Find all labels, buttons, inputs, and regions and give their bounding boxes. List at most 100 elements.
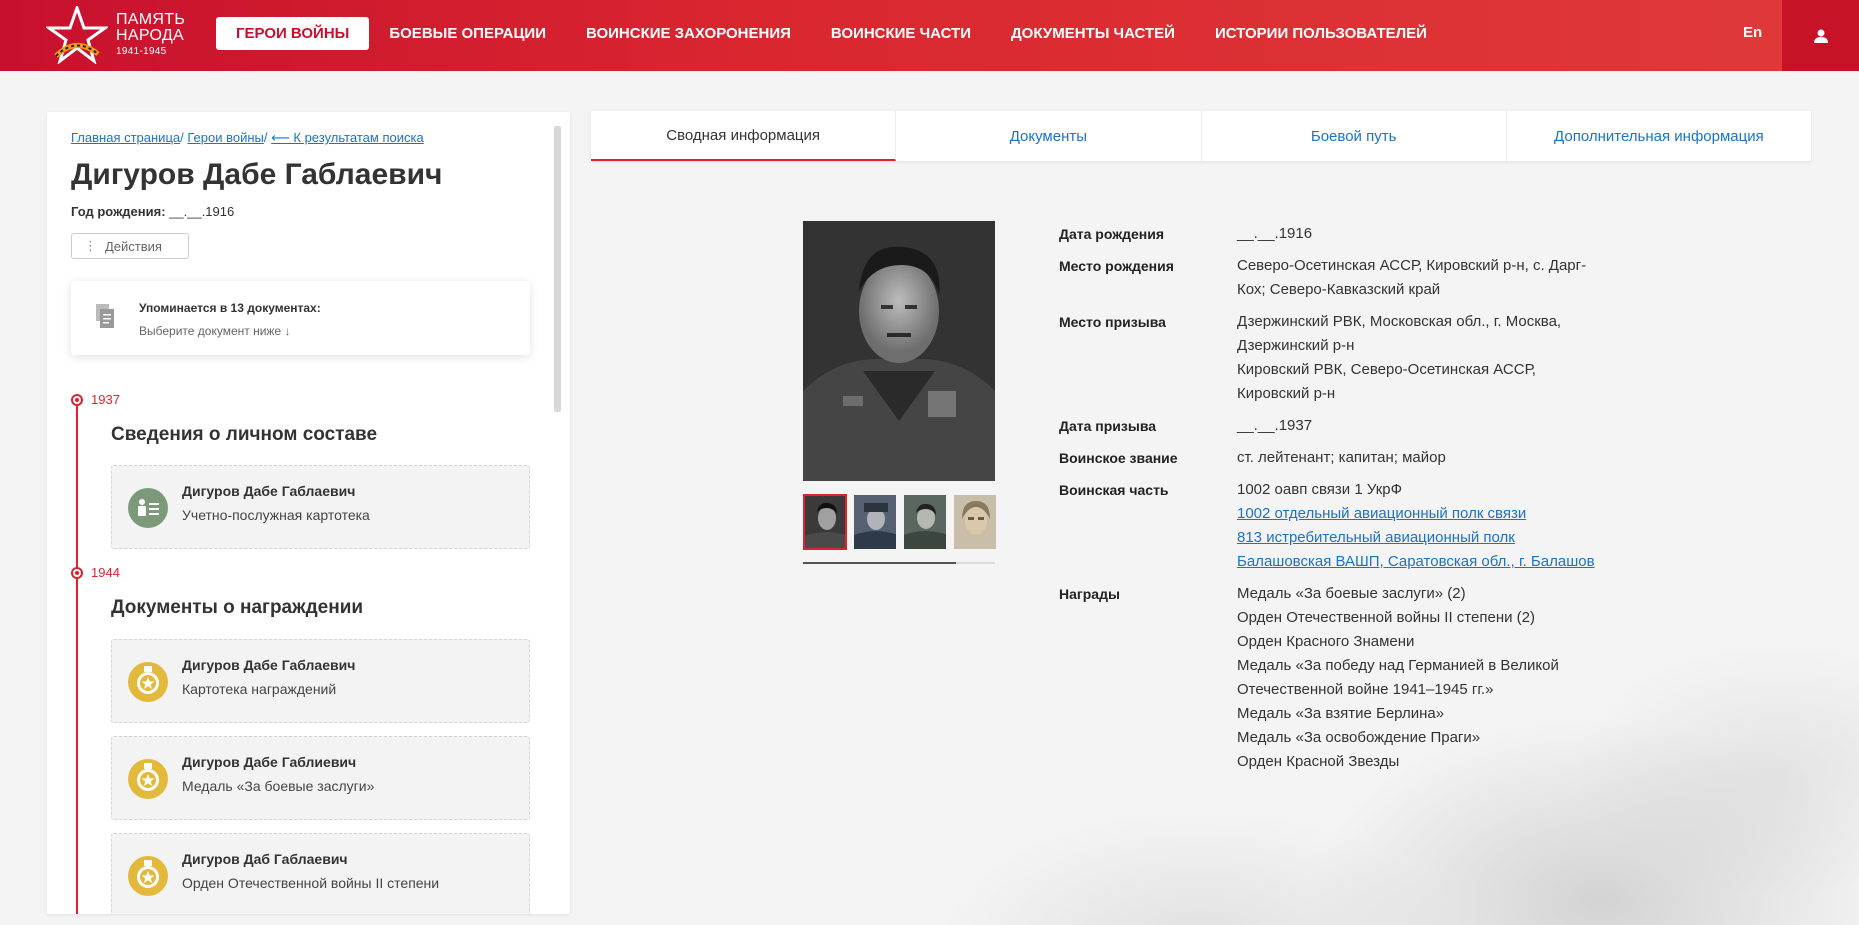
thumbnail-image — [954, 495, 996, 549]
document-type: Учетно-послужная картотека — [182, 507, 370, 523]
info-row-draft-date: Дата призыва __.__.1937 — [1059, 414, 1619, 438]
info-label: Дата рождения — [1059, 226, 1165, 242]
nav-units[interactable]: Воинские части — [811, 17, 991, 50]
language-switch[interactable]: En — [1743, 24, 1762, 41]
hero-info-table: Дата рождения __.__.1916 Место рождения … — [1059, 222, 1619, 782]
photo-thumbnail[interactable] — [803, 494, 847, 550]
info-label: Воинская часть — [1059, 482, 1169, 498]
info-row-awards: Награды Медаль «За боевые заслуги» (2) О… — [1059, 582, 1619, 774]
award-item: Медаль «За освобождение Праги» — [1237, 729, 1481, 746]
info-label: Дата призыва — [1059, 418, 1157, 434]
portrait-image — [803, 221, 995, 481]
main-nav: Герои войны Боевые операции Воинские зах… — [216, 17, 1447, 50]
birth-year-value: __.__.1916 — [169, 204, 235, 219]
unit-link[interactable]: 813 истребительный авиационный полк — [1237, 526, 1607, 550]
document-type: Картотека награждений — [182, 681, 337, 697]
mentions-title: Упоминается в 13 документах: — [139, 301, 321, 315]
document-person: Дигуров Дабе Габлаевич — [182, 657, 356, 673]
unit-link[interactable]: Балашовская ВАШП, Саратовская обл., г. Б… — [1237, 550, 1607, 574]
document-card[interactable]: Дигуров Дабе Габлаевич Картотека награжд… — [111, 639, 530, 723]
info-row-birth-place: Место рождения Северо-Осетинская АССР, К… — [1059, 254, 1619, 302]
back-to-results-link[interactable]: ⟵ К результатам поиска — [271, 130, 424, 145]
user-button[interactable] — [1782, 0, 1859, 71]
unit-link[interactable]: 1002 отдельный авиационный полк связи — [1237, 502, 1607, 526]
award-item: Орден Красного Знамени — [1237, 633, 1415, 650]
info-value: __.__.1937 — [1237, 417, 1313, 434]
info-value: ст. лейтенант; капитан; майор — [1237, 449, 1446, 466]
document-card[interactable]: Дигуров Дабе Габлаевич Учетно-послужная … — [111, 465, 530, 549]
nav-heroes[interactable]: Герои войны — [216, 17, 370, 50]
photo-thumbnail[interactable] — [903, 494, 947, 550]
tab-documents[interactable]: Документы — [896, 111, 1202, 161]
star-logo-icon — [46, 6, 108, 64]
medal-icon — [128, 759, 168, 799]
photo-thumbnail[interactable] — [853, 494, 897, 550]
nav-unit-docs[interactable]: Документы частей — [991, 17, 1195, 50]
breadcrumb-home[interactable]: Главная страница — [71, 130, 180, 145]
logo-years: 1941-1945 — [116, 46, 167, 57]
site-header: ПАМЯТЬ НАРОДА 1941-1945 Герои войны Боев… — [0, 0, 1859, 71]
award-item: Орден Отечественной войны II степени (2) — [1237, 609, 1535, 626]
thumbnail-image — [904, 495, 946, 549]
tab-additional-info[interactable]: Дополнительная информация — [1507, 111, 1811, 161]
timeline-dot — [71, 394, 83, 406]
birth-year: Год рождения: __.__.1916 — [71, 204, 234, 219]
personnel-icon — [128, 488, 168, 528]
breadcrumb-heroes[interactable]: Герои войны — [187, 130, 264, 145]
document-type: Орден Отечественной войны II степени — [182, 875, 440, 891]
logo-text: ПАМЯТЬ НАРОДА 1941-1945 — [116, 12, 185, 58]
timeline-year: 1937 — [91, 392, 120, 407]
nav-operations[interactable]: Боевые операции — [369, 17, 566, 50]
thumbnail-scroll-thumb[interactable] — [803, 562, 956, 564]
actions-button[interactable]: ⋮ Действия — [71, 233, 189, 259]
timeline-year: 1944 — [91, 565, 120, 580]
tab-combat-path[interactable]: Боевой путь — [1202, 111, 1507, 161]
breadcrumb: Главная страница/ Герои войны/ ⟵ К резул… — [71, 130, 424, 146]
info-value: 1002 оавп связи 1 УкрФ 1002 отдельный ав… — [1237, 478, 1607, 574]
document-card[interactable]: Дигуров Дабе Габлиевич Медаль «За боевые… — [111, 736, 530, 820]
document-person: Дигуров Дабе Габлаевич — [182, 483, 356, 499]
info-value: __.__.1916 — [1237, 225, 1313, 242]
mentions-subtitle: Выберите документ ниже ↓ — [139, 324, 291, 338]
hero-photo[interactable] — [803, 221, 995, 481]
breadcrumb-separator: / — [263, 130, 268, 145]
nav-user-stories[interactable]: Истории пользователей — [1195, 17, 1447, 50]
info-value: Дзержинский РВК, Московская обл., г. Мос… — [1237, 310, 1607, 406]
document-type: Медаль «За боевые заслуги» — [182, 778, 375, 794]
nav-burials[interactable]: Воинские захоронения — [566, 17, 811, 50]
photo-thumbnails — [803, 494, 997, 554]
document-person: Дигуров Дабе Габлиевич — [182, 754, 357, 770]
info-row-rank: Воинское звание ст. лейтенант; капитан; … — [1059, 446, 1619, 470]
mentions-card: Упоминается в 13 документах: Выберите до… — [71, 281, 530, 355]
actions-label: Действия — [105, 238, 162, 254]
award-item: Орден Красной Звезды — [1237, 753, 1400, 770]
photo-thumbnail[interactable] — [953, 494, 997, 550]
document-card[interactable]: Дигуров Даб Габлаевич Орден Отечественно… — [111, 833, 530, 914]
tab-summary[interactable]: Сводная информация — [591, 111, 897, 161]
section-title: Документы о награждении — [111, 597, 364, 618]
site-logo[interactable]: ПАМЯТЬ НАРОДА 1941-1945 — [46, 6, 196, 64]
draft-place-2: Кировский РВК, Северо-Осетинская АССР, К… — [1237, 361, 1536, 402]
documents-icon — [96, 304, 114, 328]
timeline-dot — [71, 567, 83, 579]
hero-tabs: Сводная информация Документы Боевой путь… — [591, 111, 1811, 161]
page-title: Дигуров Дабе Габлаевич — [71, 158, 443, 191]
logo-line1: ПАМЯТЬ — [116, 11, 186, 28]
info-row-unit: Воинская часть 1002 оавп связи 1 УкрФ 10… — [1059, 478, 1619, 574]
info-row-birth-date: Дата рождения __.__.1916 — [1059, 222, 1619, 246]
info-label: Воинское звание — [1059, 450, 1178, 466]
info-label: Место призыва — [1059, 314, 1166, 330]
info-label: Место рождения — [1059, 258, 1174, 274]
sidebar-scrollbar[interactable] — [554, 126, 561, 412]
medal-icon — [128, 662, 168, 702]
info-value: Медаль «За боевые заслуги» (2) Орден Оте… — [1237, 582, 1607, 774]
document-person: Дигуров Даб Габлаевич — [182, 851, 348, 867]
user-icon — [1813, 29, 1828, 43]
award-item: Медаль «За взятие Берлина» — [1237, 705, 1445, 722]
unit-text: 1002 оавп связи 1 УкрФ — [1237, 481, 1402, 498]
section-title: Сведения о личном составе — [111, 424, 378, 445]
award-item: Медаль «За боевые заслуги» (2) — [1237, 585, 1466, 602]
timeline-line — [76, 399, 78, 914]
birth-year-label: Год рождения: — [71, 204, 166, 219]
logo-line2: НАРОДА — [116, 27, 184, 44]
